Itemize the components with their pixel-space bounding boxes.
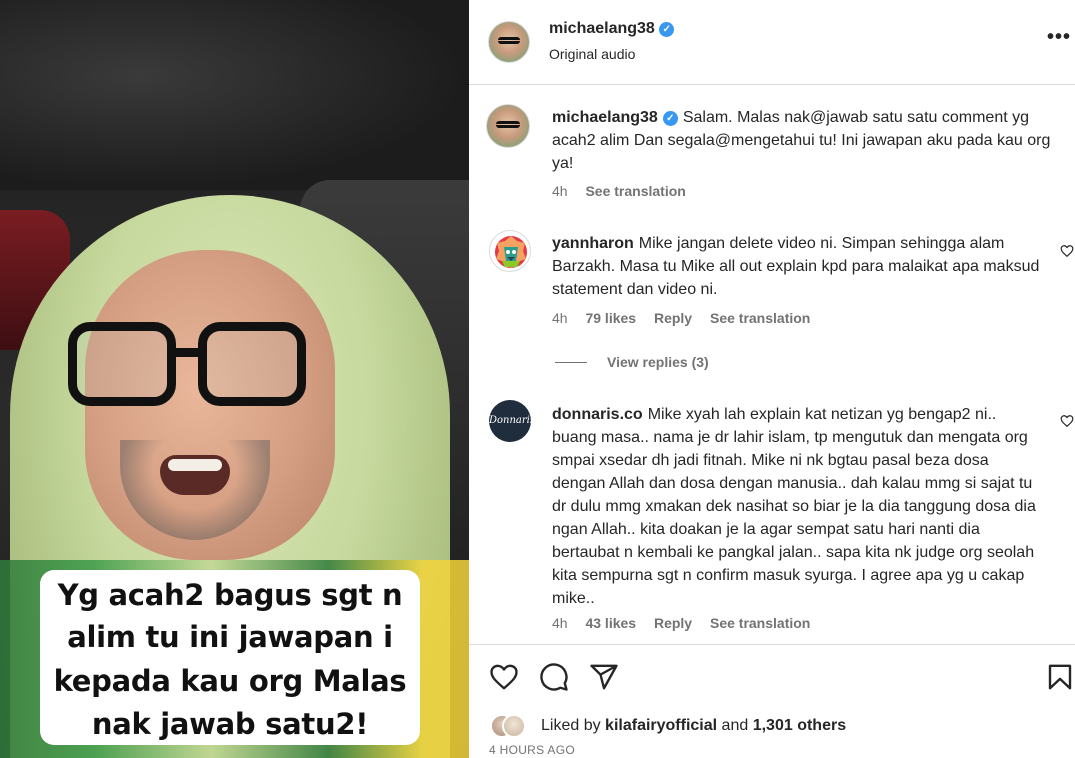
glasses xyxy=(68,322,308,410)
reel-video[interactable]: Yg acah2 bagus sgt n alim tu ini jawapan… xyxy=(0,0,469,758)
comment-text-block: yannharon Mike jangan delete video ni. Si… xyxy=(552,232,1042,301)
liked-by-and: and xyxy=(721,717,749,734)
car-interior xyxy=(0,0,469,190)
comment-username[interactable]: donnaris.co xyxy=(552,406,643,423)
commenter-avatar-donnaris[interactable]: Donnaris xyxy=(489,400,535,442)
view-replies-button[interactable]: View replies (3) xyxy=(607,354,709,370)
author-header: michaelang38 ✓ xyxy=(549,20,675,38)
comment-username[interactable]: yannharon xyxy=(552,235,634,252)
comment-likes[interactable]: 79 likes xyxy=(585,310,636,326)
share-send-icon[interactable] xyxy=(589,662,619,692)
author-username[interactable]: michaelang38 xyxy=(549,20,655,37)
caption-time: 4h xyxy=(552,183,568,199)
caption-text-block: michaelang38 ✓ Salam. Malas nak@jawab satu… xyxy=(552,106,1057,175)
commenter-avatar-lion[interactable] xyxy=(489,230,531,272)
comment-meta: 4h 79 likes Reply See translation xyxy=(552,310,824,326)
caption-avatar[interactable] xyxy=(486,104,530,148)
comment-bubble-icon[interactable] xyxy=(539,662,569,692)
comment-likes[interactable]: 43 likes xyxy=(585,615,636,631)
liked-by-prefix: Liked by xyxy=(541,717,601,734)
comment-text-block: donnaris.co Mike xyah lah explain kat net… xyxy=(552,403,1042,610)
liked-by-avatar xyxy=(502,714,526,738)
actions-divider xyxy=(469,644,1075,645)
post-panel: michaelang38 ✓ Original audio ••• michae… xyxy=(469,0,1075,758)
reply-button[interactable]: Reply xyxy=(654,615,692,631)
comment-time: 4h xyxy=(552,615,568,631)
more-options-icon[interactable]: ••• xyxy=(1047,26,1071,49)
audio-label[interactable]: Original audio xyxy=(549,46,635,62)
video-caption-line: kepada kau org Malas xyxy=(53,664,407,698)
comment-time: 4h xyxy=(552,310,568,326)
mouth xyxy=(160,455,230,495)
verified-icon: ✓ xyxy=(662,111,678,126)
liked-by-text: Liked by kilafairyofficial and 1,301 oth… xyxy=(541,717,846,735)
comment-meta: 4h 43 likes Reply See translation xyxy=(552,615,824,631)
post-time-ago[interactable]: 4 HOURS AGO xyxy=(489,743,575,757)
like-heart-icon[interactable] xyxy=(489,662,519,692)
caption-username[interactable]: michaelang38 xyxy=(552,109,658,126)
video-caption-line: Yg acah2 bagus sgt n xyxy=(57,578,403,612)
save-bookmark-icon[interactable] xyxy=(1045,662,1075,692)
liked-by-user[interactable]: kilafairyofficial xyxy=(605,717,717,734)
likes-count[interactable]: 1,301 others xyxy=(753,717,846,734)
comment-text: Mike xyah lah explain kat netizan yg ben… xyxy=(552,406,1036,607)
view-replies-line xyxy=(555,362,587,363)
see-translation-link[interactable]: See translation xyxy=(710,615,810,631)
reply-button[interactable]: Reply xyxy=(654,310,692,326)
like-comment-heart-icon[interactable] xyxy=(1060,244,1074,258)
like-comment-heart-icon[interactable] xyxy=(1060,414,1074,428)
verified-icon: ✓ xyxy=(659,22,675,37)
see-translation-link[interactable]: See translation xyxy=(710,310,810,326)
header-divider xyxy=(469,84,1075,85)
caption-meta: 4h See translation xyxy=(552,183,700,199)
video-caption-line: alim tu ini jawapan i xyxy=(67,620,393,654)
see-translation-link[interactable]: See translation xyxy=(585,183,685,199)
author-avatar[interactable] xyxy=(488,21,530,63)
video-caption-line: nak jawab satu2! xyxy=(91,707,369,741)
